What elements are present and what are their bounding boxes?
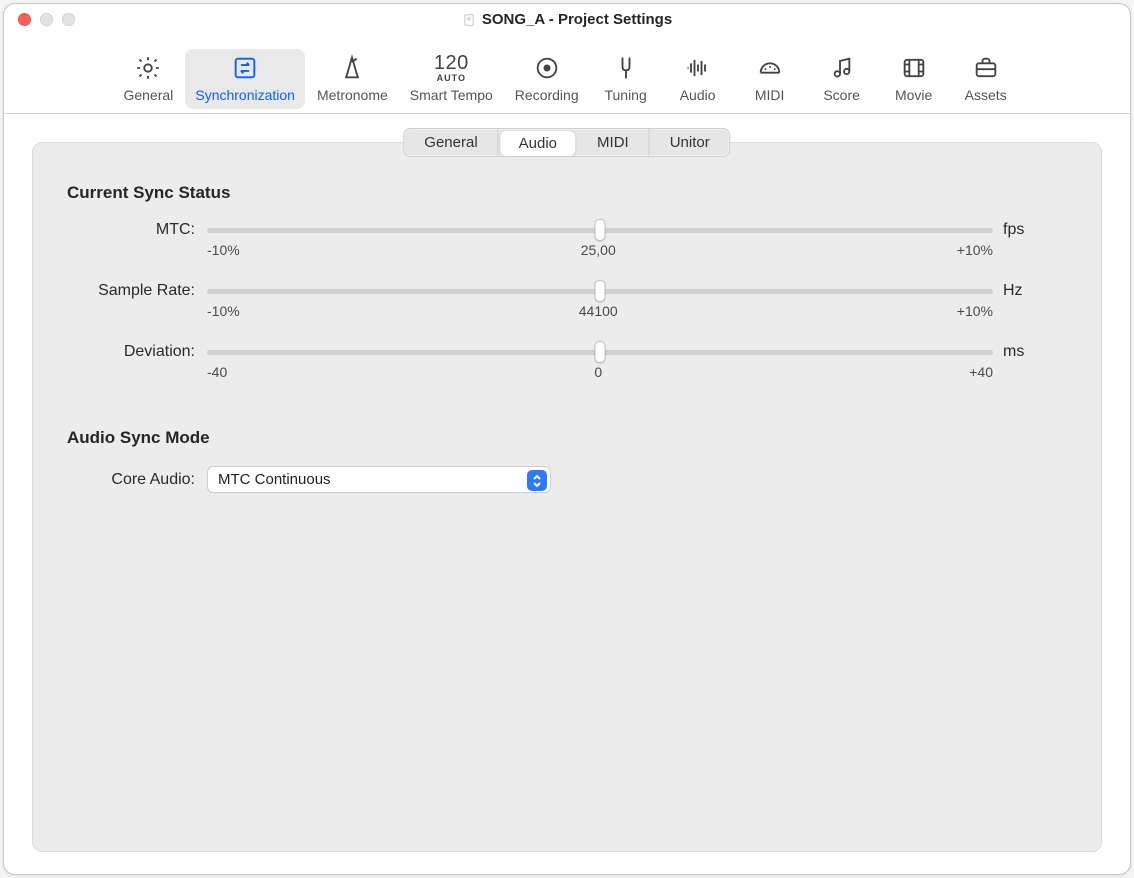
sync-panel: General Audio MIDI Unitor Current Sync S…: [32, 142, 1102, 852]
tempo-sub: AUTO: [434, 74, 469, 83]
tick-left: -40: [207, 364, 227, 380]
toolbar-label: Smart Tempo: [410, 87, 493, 103]
toolbar-tab-audio[interactable]: Audio: [663, 49, 733, 109]
sample-rate-slider[interactable]: -10% 44100 +10%: [207, 282, 993, 319]
subtab-unitor[interactable]: Unitor: [650, 129, 730, 156]
toolbar-label: Score: [823, 87, 860, 103]
toolbar-label: General: [123, 87, 173, 103]
section-heading-sync-status: Current Sync Status: [33, 153, 1101, 215]
toolbar-label: Recording: [515, 87, 579, 103]
toolbar-label: Assets: [965, 87, 1007, 103]
toolbar-tab-score[interactable]: Score: [807, 49, 877, 109]
deviation-slider[interactable]: -40 0 +40: [207, 343, 993, 380]
row-core-audio: Core Audio: MTC Continuous: [33, 460, 1101, 493]
toolbar-tab-metronome[interactable]: Metronome: [307, 49, 398, 109]
toolbar-tab-midi[interactable]: MIDI: [735, 49, 805, 109]
core-audio-select[interactable]: MTC Continuous: [207, 466, 551, 493]
toolbar-tab-general[interactable]: General: [113, 49, 183, 109]
tick-center: 0: [594, 364, 602, 380]
document-icon: [462, 13, 476, 27]
subtab-label: MIDI: [597, 134, 629, 151]
tick-right: +10%: [957, 242, 993, 258]
tick-center: 25,00: [581, 242, 616, 258]
tuning-fork-icon: [612, 53, 640, 83]
minimize-window-button[interactable]: [40, 13, 53, 26]
subtab-audio[interactable]: Audio: [501, 131, 575, 156]
tick-center: 44100: [579, 303, 618, 319]
toolbar-tab-movie[interactable]: Movie: [879, 49, 949, 109]
subtab-label: Unitor: [670, 134, 710, 151]
record-icon: [533, 53, 561, 83]
mtc-slider[interactable]: -10% 25,00 +10%: [207, 221, 993, 258]
smart-tempo-icon: 120 AUTO: [434, 53, 469, 83]
select-stepper-icon: [527, 470, 547, 491]
toolbar-label: Audio: [680, 87, 716, 103]
mtc-unit: fps: [999, 221, 1041, 239]
tick-left: -10%: [207, 242, 240, 258]
toolbar-label: Tuning: [604, 87, 646, 103]
close-window-button[interactable]: [18, 13, 31, 26]
sample-rate-unit: Hz: [999, 282, 1041, 300]
core-audio-value: MTC Continuous: [218, 471, 331, 488]
subtab-general[interactable]: General: [404, 129, 498, 156]
sample-rate-label: Sample Rate:: [33, 282, 201, 300]
briefcase-icon: [972, 53, 1000, 83]
window-title: SONG_A - Project Settings: [4, 11, 1130, 28]
sync-icon: [231, 53, 259, 83]
titlebar: SONG_A - Project Settings: [4, 4, 1130, 36]
tempo-number: 120: [434, 53, 469, 73]
toolbar-label: Metronome: [317, 87, 388, 103]
tick-right: +40: [969, 364, 993, 380]
slider-rows: MTC: -10% 25,00 +10% fps Sample Rate:: [33, 215, 1101, 398]
deviation-label: Deviation:: [33, 343, 201, 361]
row-mtc: MTC: -10% 25,00 +10% fps: [33, 215, 1041, 276]
core-audio-label: Core Audio:: [33, 471, 201, 489]
gear-icon: [134, 53, 162, 83]
music-notes-icon: [828, 53, 856, 83]
window-title-text: SONG_A - Project Settings: [482, 11, 672, 28]
tick-left: -10%: [207, 303, 240, 319]
toolbar-tab-synchronization[interactable]: Synchronization: [185, 49, 305, 109]
metronome-icon: [338, 53, 366, 83]
window-controls: [4, 13, 75, 26]
toolbar-tab-recording[interactable]: Recording: [505, 49, 589, 109]
toolbar-label: MIDI: [755, 87, 785, 103]
waveform-icon: [684, 53, 712, 83]
content-area: General Audio MIDI Unitor Current Sync S…: [4, 114, 1130, 874]
project-settings-window: SONG_A - Project Settings General Synchr…: [3, 3, 1131, 875]
row-deviation: Deviation: -40 0 +40 ms: [33, 337, 1041, 398]
toolbar-tab-assets[interactable]: Assets: [951, 49, 1021, 109]
film-icon: [900, 53, 928, 83]
mtc-label: MTC:: [33, 221, 201, 239]
section-heading-audio-sync-mode: Audio Sync Mode: [33, 398, 1101, 460]
toolbar-tab-smart-tempo[interactable]: 120 AUTO Smart Tempo: [400, 49, 503, 109]
row-sample-rate: Sample Rate: -10% 44100 +10% Hz: [33, 276, 1041, 337]
zoom-window-button[interactable]: [62, 13, 75, 26]
subtab-label: Audio: [519, 135, 557, 152]
deviation-unit: ms: [999, 343, 1041, 361]
subtab-label: General: [424, 134, 477, 151]
tick-right: +10%: [957, 303, 993, 319]
toolbar-label: Synchronization: [195, 87, 295, 103]
toolbar: General Synchronization Metronome 120 AU…: [4, 36, 1130, 114]
toolbar-tab-tuning[interactable]: Tuning: [591, 49, 661, 109]
subtab-midi[interactable]: MIDI: [577, 129, 650, 156]
toolbar-label: Movie: [895, 87, 932, 103]
sync-subtabs: General Audio MIDI Unitor: [403, 128, 730, 157]
midi-port-icon: [756, 53, 784, 83]
